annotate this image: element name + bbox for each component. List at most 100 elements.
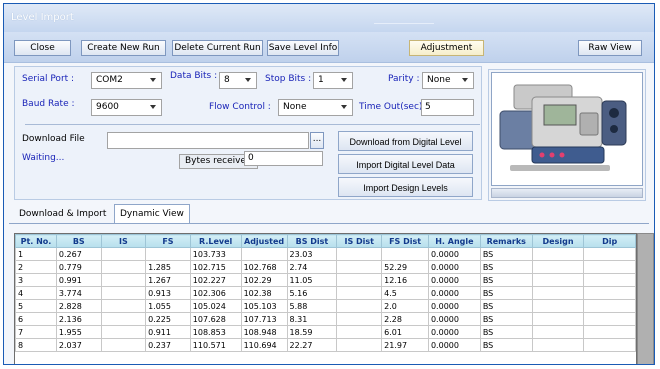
column-header[interactable]: Pt. No.: [15, 234, 57, 248]
table-cell[interactable]: [583, 338, 636, 352]
table-cell[interactable]: [100, 247, 147, 261]
table-cell[interactable]: 22.27: [286, 338, 338, 352]
table-cell[interactable]: [583, 260, 636, 274]
table-cell[interactable]: 107.628: [189, 312, 242, 326]
table-cell[interactable]: BS: [479, 286, 533, 300]
table-cell[interactable]: [336, 273, 383, 287]
table-cell[interactable]: 105.024: [189, 299, 242, 313]
table-cell[interactable]: [531, 273, 585, 287]
column-header[interactable]: FS: [145, 234, 191, 248]
table-cell[interactable]: 110.694: [240, 338, 288, 352]
table-cell[interactable]: 108.853: [189, 325, 242, 339]
parity-select[interactable]: None: [422, 72, 474, 89]
table-cell[interactable]: [240, 247, 288, 261]
table-cell[interactable]: 0.0000: [427, 260, 481, 274]
table-cell[interactable]: [531, 286, 585, 300]
tab-download-import[interactable]: Download & Import: [14, 206, 111, 224]
table-cell[interactable]: BS: [479, 247, 533, 261]
column-header[interactable]: IS Dist: [336, 234, 383, 248]
table-cell[interactable]: 0.991: [55, 273, 102, 287]
table-cell[interactable]: [336, 247, 383, 261]
table-cell[interactable]: 110.571: [189, 338, 242, 352]
table-cell[interactable]: 0.0000: [427, 247, 481, 261]
table-cell[interactable]: 8: [15, 338, 57, 352]
table-cell[interactable]: [531, 247, 585, 261]
serial-port-select[interactable]: COM2: [91, 72, 162, 89]
table-cell[interactable]: [336, 299, 383, 313]
table-cell[interactable]: 5: [15, 299, 57, 313]
table-cell[interactable]: 1.955: [55, 325, 102, 339]
table-cell[interactable]: [100, 273, 147, 287]
adjustment-button[interactable]: Adjustment: [409, 40, 484, 56]
timeout-input[interactable]: 5: [421, 99, 474, 116]
create-new-run-button[interactable]: Create New Run: [81, 40, 166, 56]
table-cell[interactable]: BS: [479, 273, 533, 287]
import-design-levels-button[interactable]: Import Design Levels: [338, 177, 473, 197]
table-cell[interactable]: [100, 325, 147, 339]
table-cell[interactable]: [531, 260, 585, 274]
table-cell[interactable]: 2.74: [286, 260, 338, 274]
baud-rate-select[interactable]: 9600: [91, 99, 162, 116]
column-header[interactable]: Adjusted: [240, 234, 288, 248]
download-file-input[interactable]: [107, 132, 309, 149]
table-cell[interactable]: BS: [479, 299, 533, 313]
table-cell[interactable]: 0.0000: [427, 325, 481, 339]
table-cell[interactable]: 12.16: [381, 273, 429, 287]
table-cell[interactable]: BS: [479, 312, 533, 326]
table-cell[interactable]: [145, 247, 191, 261]
table-cell[interactable]: [531, 325, 585, 339]
table-cell[interactable]: 2.0: [381, 299, 429, 313]
table-cell[interactable]: [531, 312, 585, 326]
table-cell[interactable]: [100, 299, 147, 313]
table-cell[interactable]: [100, 338, 147, 352]
table-cell[interactable]: [531, 338, 585, 352]
table-cell[interactable]: [583, 247, 636, 261]
table-cell[interactable]: [336, 312, 383, 326]
table-cell[interactable]: [336, 286, 383, 300]
table-cell[interactable]: [100, 260, 147, 274]
table-cell[interactable]: 102.715: [189, 260, 242, 274]
table-cell[interactable]: 21.97: [381, 338, 429, 352]
table-cell[interactable]: [336, 260, 383, 274]
table-cell[interactable]: 103.733: [189, 247, 242, 261]
table-cell[interactable]: 0.0000: [427, 286, 481, 300]
table-cell[interactable]: 11.05: [286, 273, 338, 287]
table-cell[interactable]: 2: [15, 260, 57, 274]
table-row[interactable]: 5 2.828 1.055 105.024 105.103 5.88 2.0 0.0000 BS: [15, 299, 636, 313]
table-cell[interactable]: [583, 286, 636, 300]
table-cell[interactable]: 107.713: [240, 312, 288, 326]
table-cell[interactable]: 0.225: [145, 312, 191, 326]
level-data-table[interactable]: Pt. No. BS IS FS R.Level Adjusted BS Dist IS Di…: [14, 233, 637, 364]
table-cell[interactable]: 102.306: [189, 286, 242, 300]
table-cell[interactable]: 5.16: [286, 286, 338, 300]
import-digital-level-data-button[interactable]: Import Digital Level Data: [338, 154, 473, 174]
table-cell[interactable]: 0.0000: [427, 312, 481, 326]
table-cell[interactable]: 52.29: [381, 260, 429, 274]
table-cell[interactable]: 2.828: [55, 299, 102, 313]
table-cell[interactable]: 8.31: [286, 312, 338, 326]
table-cell[interactable]: 105.103: [240, 299, 288, 313]
download-from-digital-level-button[interactable]: Download from Digital Level: [338, 131, 473, 151]
table-cell[interactable]: [336, 338, 383, 352]
table-row[interactable]: 1 0.267 103.733 23.03 0.0000 BS: [15, 247, 636, 261]
close-button[interactable]: Close: [14, 40, 71, 56]
table-cell[interactable]: [583, 273, 636, 287]
table-cell[interactable]: 102.768: [240, 260, 288, 274]
table-cell[interactable]: 102.29: [240, 273, 288, 287]
table-row[interactable]: 4 3.774 0.913 102.306 102.38 5.16 4.5 0.0000 BS: [15, 286, 636, 300]
table-cell[interactable]: 3: [15, 273, 57, 287]
column-header[interactable]: Dip: [583, 234, 636, 248]
table-cell[interactable]: 0.0000: [427, 338, 481, 352]
table-cell[interactable]: 6: [15, 312, 57, 326]
table-row[interactable]: 7 1.955 0.911 108.853 108.948 18.59 6.01 0.0000…: [15, 325, 636, 339]
table-cell[interactable]: 0.267: [55, 247, 102, 261]
column-header[interactable]: BS: [55, 234, 102, 248]
table-cell[interactable]: 23.03: [286, 247, 338, 261]
table-row[interactable]: 8 2.037 0.237 110.571 110.694 22.27 21.97 0.000…: [15, 338, 636, 352]
table-cell[interactable]: 0.237: [145, 338, 191, 352]
table-cell[interactable]: 1: [15, 247, 57, 261]
table-cell[interactable]: 4.5: [381, 286, 429, 300]
image-scrollbar[interactable]: [491, 188, 643, 198]
table-cell[interactable]: 2.136: [55, 312, 102, 326]
table-vertical-scrollbar[interactable]: [637, 233, 654, 364]
